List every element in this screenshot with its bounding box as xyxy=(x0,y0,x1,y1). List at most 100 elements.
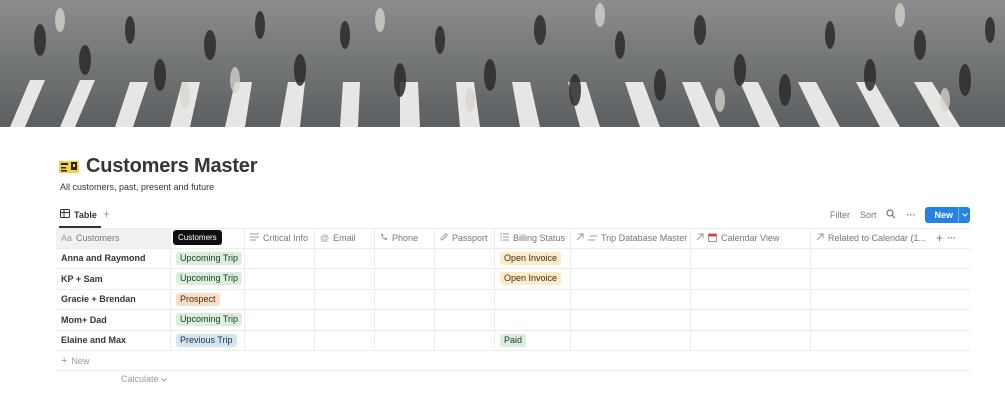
header-label: Passport xyxy=(452,233,488,244)
view-tools: Filter Sort ··· New xyxy=(830,207,970,223)
header-label: Customers xyxy=(76,233,120,244)
cell-customers-tag[interactable]: Upcoming Trip xyxy=(171,269,245,289)
more-properties-button[interactable]: ··· xyxy=(947,233,956,243)
header-label: Phone xyxy=(392,233,419,244)
header-related-calendar[interactable]: Related to Calendar (1... xyxy=(811,229,931,248)
paperclip-icon xyxy=(440,233,448,244)
filter-button[interactable]: Filter xyxy=(830,210,850,220)
cell-critical-info[interactable] xyxy=(245,330,315,350)
cell-trip-database[interactable] xyxy=(571,248,691,268)
cell-critical-info[interactable] xyxy=(245,269,315,289)
column-tooltip: Customers xyxy=(173,230,222,245)
cell-related-calendar[interactable] xyxy=(811,269,931,289)
cell-calendar-view[interactable] xyxy=(691,330,811,350)
customer-name: Mom+ Dad xyxy=(61,314,107,325)
cell-phone[interactable] xyxy=(375,269,435,289)
new-button[interactable]: New xyxy=(925,207,970,223)
search-icon[interactable] xyxy=(886,209,896,221)
cell-critical-info[interactable] xyxy=(245,289,315,309)
cell-passport[interactable] xyxy=(435,310,495,330)
cell-passport[interactable] xyxy=(435,248,495,268)
cell-related-calendar[interactable] xyxy=(811,331,931,351)
calculate-button[interactable]: Calculate xyxy=(121,374,167,384)
cell-customer-name[interactable]: Anna and Raymond xyxy=(56,248,171,268)
cell-customer-name[interactable]: Gracie + Brendan xyxy=(56,289,171,309)
cover-image xyxy=(0,0,1005,127)
cell-calendar-view[interactable] xyxy=(691,269,811,289)
tab-table[interactable]: Table xyxy=(60,209,97,220)
status-tag: Open Invoice xyxy=(500,272,562,286)
cell-customers-tag[interactable]: Previous Trip xyxy=(171,330,245,350)
status-tag: Open Invoice xyxy=(500,251,562,265)
chevron-down-icon[interactable] xyxy=(958,207,970,223)
cell-trip-database[interactable] xyxy=(571,289,691,309)
cell-passport[interactable] xyxy=(435,289,495,309)
cell-email[interactable] xyxy=(315,248,375,268)
new-row-button[interactable]: + New xyxy=(56,351,970,371)
cell-critical-info[interactable] xyxy=(245,248,315,268)
header-critical-info[interactable]: Critical Info xyxy=(245,229,315,248)
cell-email[interactable] xyxy=(315,269,375,289)
table-row[interactable]: Gracie + Brendan Prospect xyxy=(56,289,970,310)
header-email[interactable]: @ Email xyxy=(315,229,375,248)
header-billing-status[interactable]: Billing Status xyxy=(495,229,571,248)
cell-billing-status[interactable] xyxy=(495,289,571,309)
header-label: Billing Status xyxy=(513,233,566,244)
cell-billing-status[interactable]: Open Invoice xyxy=(495,269,571,289)
plus-icon: + xyxy=(61,354,68,367)
page-title[interactable]: Customers Master xyxy=(86,155,258,178)
cell-trip-database[interactable] xyxy=(571,269,691,289)
text-icon xyxy=(250,233,259,243)
cell-billing-status[interactable] xyxy=(495,310,571,330)
cell-email[interactable] xyxy=(315,330,375,350)
cell-calendar-view[interactable] xyxy=(691,248,811,268)
cell-calendar-view[interactable] xyxy=(691,310,811,330)
header-passport[interactable]: Passport xyxy=(435,229,495,248)
header-trip-database[interactable]: Trip Database Master xyxy=(571,229,691,248)
cell-phone[interactable] xyxy=(375,330,435,350)
header-label: Critical Info xyxy=(263,233,309,244)
more-options-button[interactable]: ··· xyxy=(906,210,915,220)
cell-trip-database[interactable] xyxy=(571,330,691,350)
table-row[interactable]: Anna and Raymond Upcoming Trip Open Invoic… xyxy=(56,248,970,269)
table-row[interactable]: Elaine and Max Previous Trip Paid xyxy=(56,330,970,351)
sort-button[interactable]: Sort xyxy=(860,210,877,220)
table-row[interactable]: KP + Sam Upcoming Trip Open Invoice xyxy=(56,269,970,290)
cell-critical-info[interactable] xyxy=(245,310,315,330)
cell-passport[interactable] xyxy=(435,269,495,289)
cell-trip-database[interactable] xyxy=(571,310,691,330)
status-tag: Previous Trip xyxy=(176,333,237,347)
add-property-button[interactable]: + xyxy=(936,231,943,245)
page-description[interactable]: All customers, past, present and future xyxy=(60,182,214,192)
customer-name: Anna and Raymond xyxy=(61,253,146,264)
cell-phone[interactable] xyxy=(375,248,435,268)
header-customers-name[interactable]: Aa Customers xyxy=(56,229,171,248)
cell-related-calendar[interactable] xyxy=(811,249,931,269)
cell-calendar-view[interactable] xyxy=(691,289,811,309)
cell-billing-status[interactable]: Paid xyxy=(495,330,571,350)
title-row: Customers Master xyxy=(59,155,258,178)
cell-phone[interactable] xyxy=(375,310,435,330)
cell-customer-name[interactable]: Elaine and Max xyxy=(56,330,171,350)
table-row[interactable]: Mom+ Dad Upcoming Trip xyxy=(56,310,970,331)
header-calendar-view[interactable]: Calendar View xyxy=(691,229,811,248)
header-actions: + ··· xyxy=(931,229,970,248)
relation-arrow-icon xyxy=(816,233,824,243)
cell-customers-tag[interactable]: Upcoming Trip xyxy=(171,310,245,330)
cell-customer-name[interactable]: KP + Sam xyxy=(56,269,171,289)
relation-arrow-icon xyxy=(576,233,584,243)
cell-related-calendar[interactable] xyxy=(811,290,931,310)
cell-related-calendar[interactable] xyxy=(811,310,931,330)
cell-billing-status[interactable]: Open Invoice xyxy=(495,248,571,268)
cell-email[interactable] xyxy=(315,310,375,330)
cell-email[interactable] xyxy=(315,289,375,309)
cell-customers-tag[interactable]: Prospect xyxy=(171,289,245,309)
add-view-button[interactable]: + xyxy=(103,207,110,221)
cell-customers-tag[interactable]: Upcoming Trip xyxy=(171,248,245,268)
cell-passport[interactable] xyxy=(435,330,495,350)
header-phone[interactable]: Phone xyxy=(375,229,435,248)
cell-phone[interactable] xyxy=(375,289,435,309)
cell-customer-name[interactable]: Mom+ Dad xyxy=(56,310,171,330)
phone-icon xyxy=(380,233,388,243)
page-emoji-icon[interactable] xyxy=(59,160,79,174)
